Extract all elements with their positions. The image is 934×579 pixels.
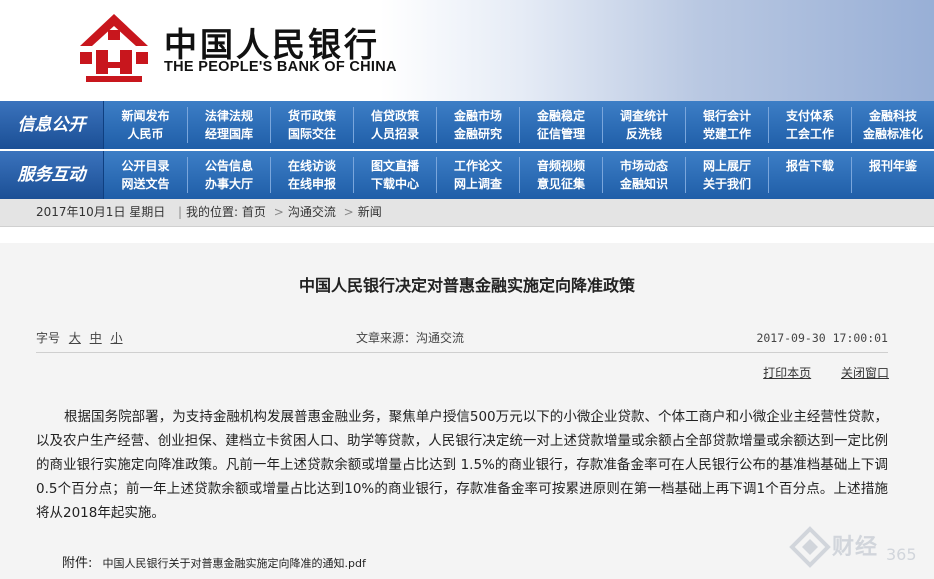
attachment-file-link[interactable]: 中国人民银行关于对普惠金融实施定向降准的通知.pdf <box>103 557 366 570</box>
nav-info-grid: 新闻发布 法律法规 货币政策 信贷政策 金融市场 金融稳定 调查统计 银行会计 支付体系 金融科技… <box>104 107 934 143</box>
watermark-text: 财经 <box>832 535 879 560</box>
watermark-number: 365 <box>886 545 917 564</box>
nav-service-item-8[interactable]: 报告下载 <box>768 157 851 175</box>
nav-service-item-12[interactable]: 在线申报 <box>270 175 353 193</box>
current-date: 2017年10月1日 星期日 <box>36 205 166 219</box>
nav-info: 信息公开 新闻发布 法律法规 货币政策 信贷政策 金融市场 金融稳定 调查统计 银行会计 支付体… <box>0 101 934 149</box>
attachment: 附件: 中国人民银行关于对普惠金融实施定向降准的通知.pdf <box>62 552 366 571</box>
nav-info-item-12[interactable]: 国际交往 <box>270 125 353 143</box>
nav-service-item-2[interactable]: 在线访谈 <box>270 157 353 175</box>
nav-info-label: 信息公开 <box>0 101 104 149</box>
print-page-link[interactable]: 打印本页 <box>763 366 811 380</box>
nav-service-item-19 <box>851 175 934 193</box>
font-size-label: 字号 <box>36 331 61 345</box>
article-timestamp: 2017-09-30 17:00:01 <box>756 331 888 345</box>
bank-name-en: THE PEOPLE'S BANK OF CHINA <box>164 59 397 75</box>
article-tools: 打印本页 关闭窗口 <box>0 364 889 381</box>
attachment-label: 附件: <box>62 556 93 571</box>
nav-info-item-18[interactable]: 工会工作 <box>768 125 851 143</box>
nav-service-item-13[interactable]: 下载中心 <box>353 175 436 193</box>
nav-service-item-14[interactable]: 网上调查 <box>436 175 519 193</box>
nav-service-item-11[interactable]: 办事大厅 <box>187 175 270 193</box>
breadcrumb-communication[interactable]: 沟通交流 <box>288 205 336 219</box>
article-source: 文章来源：沟通交流 <box>356 331 465 345</box>
caijing365-logo-icon: 财经 365 <box>788 525 928 575</box>
nav-info-item-3[interactable]: 信贷政策 <box>353 107 436 125</box>
nav-service-item-1[interactable]: 公告信息 <box>187 157 270 175</box>
nav-info-item-14[interactable]: 金融研究 <box>436 125 519 143</box>
nav-info-item-1[interactable]: 法律法规 <box>187 107 270 125</box>
nav-info-item-10[interactable]: 人民币 <box>104 125 187 143</box>
nav-service-item-6[interactable]: 市场动态 <box>602 157 685 175</box>
breadcrumb-news[interactable]: 新闻 <box>358 205 382 219</box>
nav-info-item-11[interactable]: 经理国库 <box>187 125 270 143</box>
breadcrumb: | 我的位置: 首页 > 沟通交流 > 新闻 <box>178 205 382 219</box>
article-meta: 字号 大 中 小 文章来源：沟通交流 2017-09-30 17:00:01 <box>36 329 888 347</box>
nav-info-item-5[interactable]: 金融稳定 <box>519 107 602 125</box>
nav-service-item-10[interactable]: 网送文告 <box>104 175 187 193</box>
nav-info-item-0[interactable]: 新闻发布 <box>104 107 187 125</box>
font-size-small[interactable]: 小 <box>111 331 123 345</box>
nav-info-item-7[interactable]: 银行会计 <box>685 107 768 125</box>
nav-service: 服务互动 公开目录 公告信息 在线访谈 图文直播 工作论文 音频视频 市场动态 网上展厅 报告下… <box>0 151 934 199</box>
nav-info-item-6[interactable]: 调查统计 <box>602 107 685 125</box>
nav-service-item-18 <box>768 175 851 193</box>
watermark-emblem-icon <box>789 526 831 568</box>
nav-service-label: 服务互动 <box>0 151 104 199</box>
nav-info-item-15[interactable]: 征信管理 <box>519 125 602 143</box>
nav-service-item-0[interactable]: 公开目录 <box>104 157 187 175</box>
nav-service-item-9[interactable]: 报刊年鉴 <box>851 157 934 175</box>
nav-info-item-8[interactable]: 支付体系 <box>768 107 851 125</box>
nav-info-item-4[interactable]: 金融市场 <box>436 107 519 125</box>
nav-service-item-3[interactable]: 图文直播 <box>353 157 436 175</box>
site-header: 中国人民银行 THE PEOPLE'S BANK OF CHINA <box>0 0 934 101</box>
font-size-medium[interactable]: 中 <box>90 331 102 345</box>
meta-divider <box>36 352 888 353</box>
pboc-emblem-icon[interactable] <box>78 12 150 84</box>
nav-service-item-7[interactable]: 网上展厅 <box>685 157 768 175</box>
nav-service-item-16[interactable]: 金融知识 <box>602 175 685 193</box>
nav-service-item-15[interactable]: 意见征集 <box>519 175 602 193</box>
nav-info-item-13[interactable]: 人员招录 <box>353 125 436 143</box>
nav-info-item-19[interactable]: 金融标准化 <box>851 125 934 143</box>
article-body: 根据国务院部署，为支持金融机构发展普惠金融业务，聚焦单户授信500万元以下的小微… <box>36 409 888 521</box>
nav-service-grid: 公开目录 公告信息 在线访谈 图文直播 工作论文 音频视频 市场动态 网上展厅 报告下载 报刊年鉴… <box>104 157 934 193</box>
article-title: 中国人民银行决定对普惠金融实施定向降准政策 <box>298 276 635 295</box>
nav-info-item-17[interactable]: 党建工作 <box>685 125 768 143</box>
nav-info-item-2[interactable]: 货币政策 <box>270 107 353 125</box>
nav-service-item-5[interactable]: 音频视频 <box>519 157 602 175</box>
font-size-large[interactable]: 大 <box>69 331 81 345</box>
breadcrumb-home[interactable]: 首页 <box>242 205 266 219</box>
breadcrumb-bar: 2017年10月1日 星期日 | 我的位置: 首页 > 沟通交流 > 新闻 <box>0 199 934 227</box>
close-window-link[interactable]: 关闭窗口 <box>841 366 889 380</box>
font-size-control: 字号 大 中 小 <box>36 329 123 347</box>
nav-service-item-17[interactable]: 关于我们 <box>685 175 768 193</box>
nav-info-item-9[interactable]: 金融科技 <box>851 107 934 125</box>
nav-service-item-4[interactable]: 工作论文 <box>436 157 519 175</box>
nav-info-item-16[interactable]: 反洗钱 <box>602 125 685 143</box>
location-label: 我的位置: <box>186 205 239 219</box>
